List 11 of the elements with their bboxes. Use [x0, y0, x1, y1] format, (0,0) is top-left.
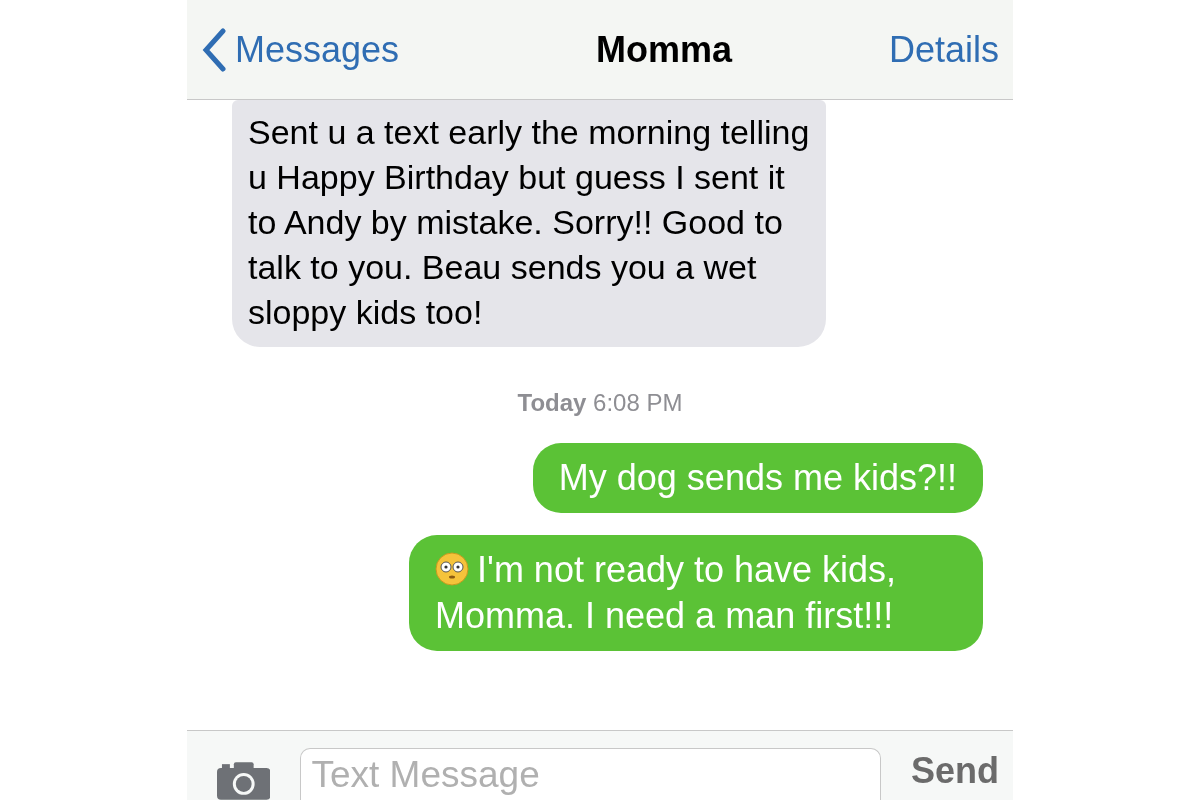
back-button[interactable]: Messages	[201, 22, 400, 77]
chevron-left-icon	[201, 27, 227, 72]
timestamp: Today 6:08 PM	[517, 388, 683, 418]
outgoing-message: I'm not ready to have kids, Momma. I need a man first!!!	[409, 535, 983, 651]
send-button[interactable]: Send	[911, 744, 999, 800]
message-field[interactable]: Text Message	[300, 748, 881, 800]
camera-icon[interactable]	[217, 760, 271, 800]
incoming-message: Sent u a text early the morning telling u Happy Birthday but guess I sent it to Andy by mistake. Sorry!! Good to talk to you. Beau sends you a wet sloppy kids too!	[232, 100, 826, 347]
details-button[interactable]: Details	[888, 22, 999, 77]
conversation-title: Momma	[596, 27, 733, 72]
outgoing-message: My dog sends me kids?!!	[532, 443, 983, 513]
